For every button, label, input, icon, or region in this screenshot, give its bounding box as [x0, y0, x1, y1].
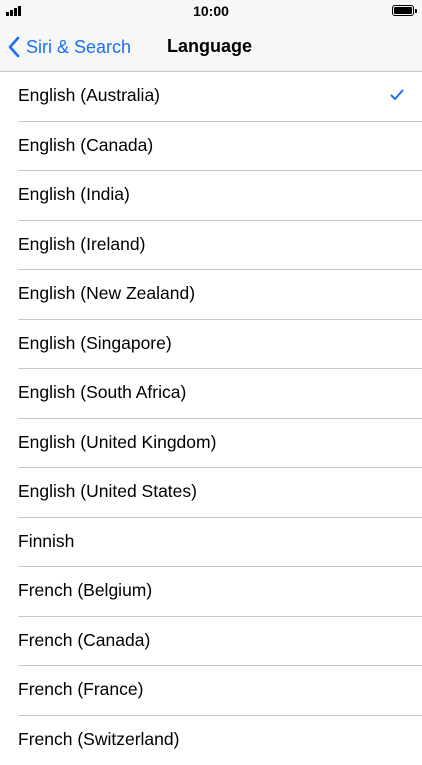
page-title: Language	[167, 36, 252, 57]
language-label: French (Switzerland)	[18, 729, 179, 750]
back-button[interactable]: Siri & Search	[8, 32, 131, 62]
language-row-french-switzerland[interactable]: French (Switzerland)	[0, 716, 422, 765]
language-label: French (Belgium)	[18, 580, 152, 601]
language-label: French (France)	[18, 679, 143, 700]
language-row-english-new-zealand[interactable]: English (New Zealand)	[0, 270, 422, 320]
language-row-english-united-states[interactable]: English (United States)	[0, 468, 422, 518]
language-row-english-canada[interactable]: English (Canada)	[0, 122, 422, 172]
language-row-french-belgium[interactable]: French (Belgium)	[0, 567, 422, 617]
language-row-english-ireland[interactable]: English (Ireland)	[0, 221, 422, 271]
language-row-french-canada[interactable]: French (Canada)	[0, 617, 422, 667]
battery-icon	[392, 5, 414, 16]
checkmark-icon	[390, 88, 404, 102]
language-label: English (United Kingdom)	[18, 432, 216, 453]
language-label: English (New Zealand)	[18, 283, 195, 304]
language-row-english-india[interactable]: English (India)	[0, 171, 422, 221]
language-label: English (Singapore)	[18, 333, 172, 354]
language-row-french-france[interactable]: French (France)	[0, 666, 422, 716]
language-row-english-australia[interactable]: English (Australia)	[0, 72, 422, 122]
language-row-english-south-africa[interactable]: English (South Africa)	[0, 369, 422, 419]
status-bar: 10:00	[0, 0, 422, 22]
language-label: English (Australia)	[18, 85, 160, 106]
language-row-english-united-kingdom[interactable]: English (United Kingdom)	[0, 419, 422, 469]
language-row-finnish[interactable]: Finnish	[0, 518, 422, 568]
chevron-left-icon	[8, 36, 20, 58]
language-label: English (Ireland)	[18, 234, 145, 255]
language-label: English (Canada)	[18, 135, 153, 156]
language-row-english-singapore[interactable]: English (Singapore)	[0, 320, 422, 370]
status-time: 10:00	[0, 3, 422, 19]
back-button-label: Siri & Search	[26, 37, 131, 58]
language-label: French (Canada)	[18, 630, 150, 651]
language-label: English (India)	[18, 184, 130, 205]
language-label: English (United States)	[18, 481, 197, 502]
navigation-bar: Siri & Search Language	[0, 22, 422, 72]
language-label: English (South Africa)	[18, 382, 186, 403]
language-label: Finnish	[18, 531, 74, 552]
language-list: English (Australia) English (Canada) Eng…	[0, 72, 422, 765]
